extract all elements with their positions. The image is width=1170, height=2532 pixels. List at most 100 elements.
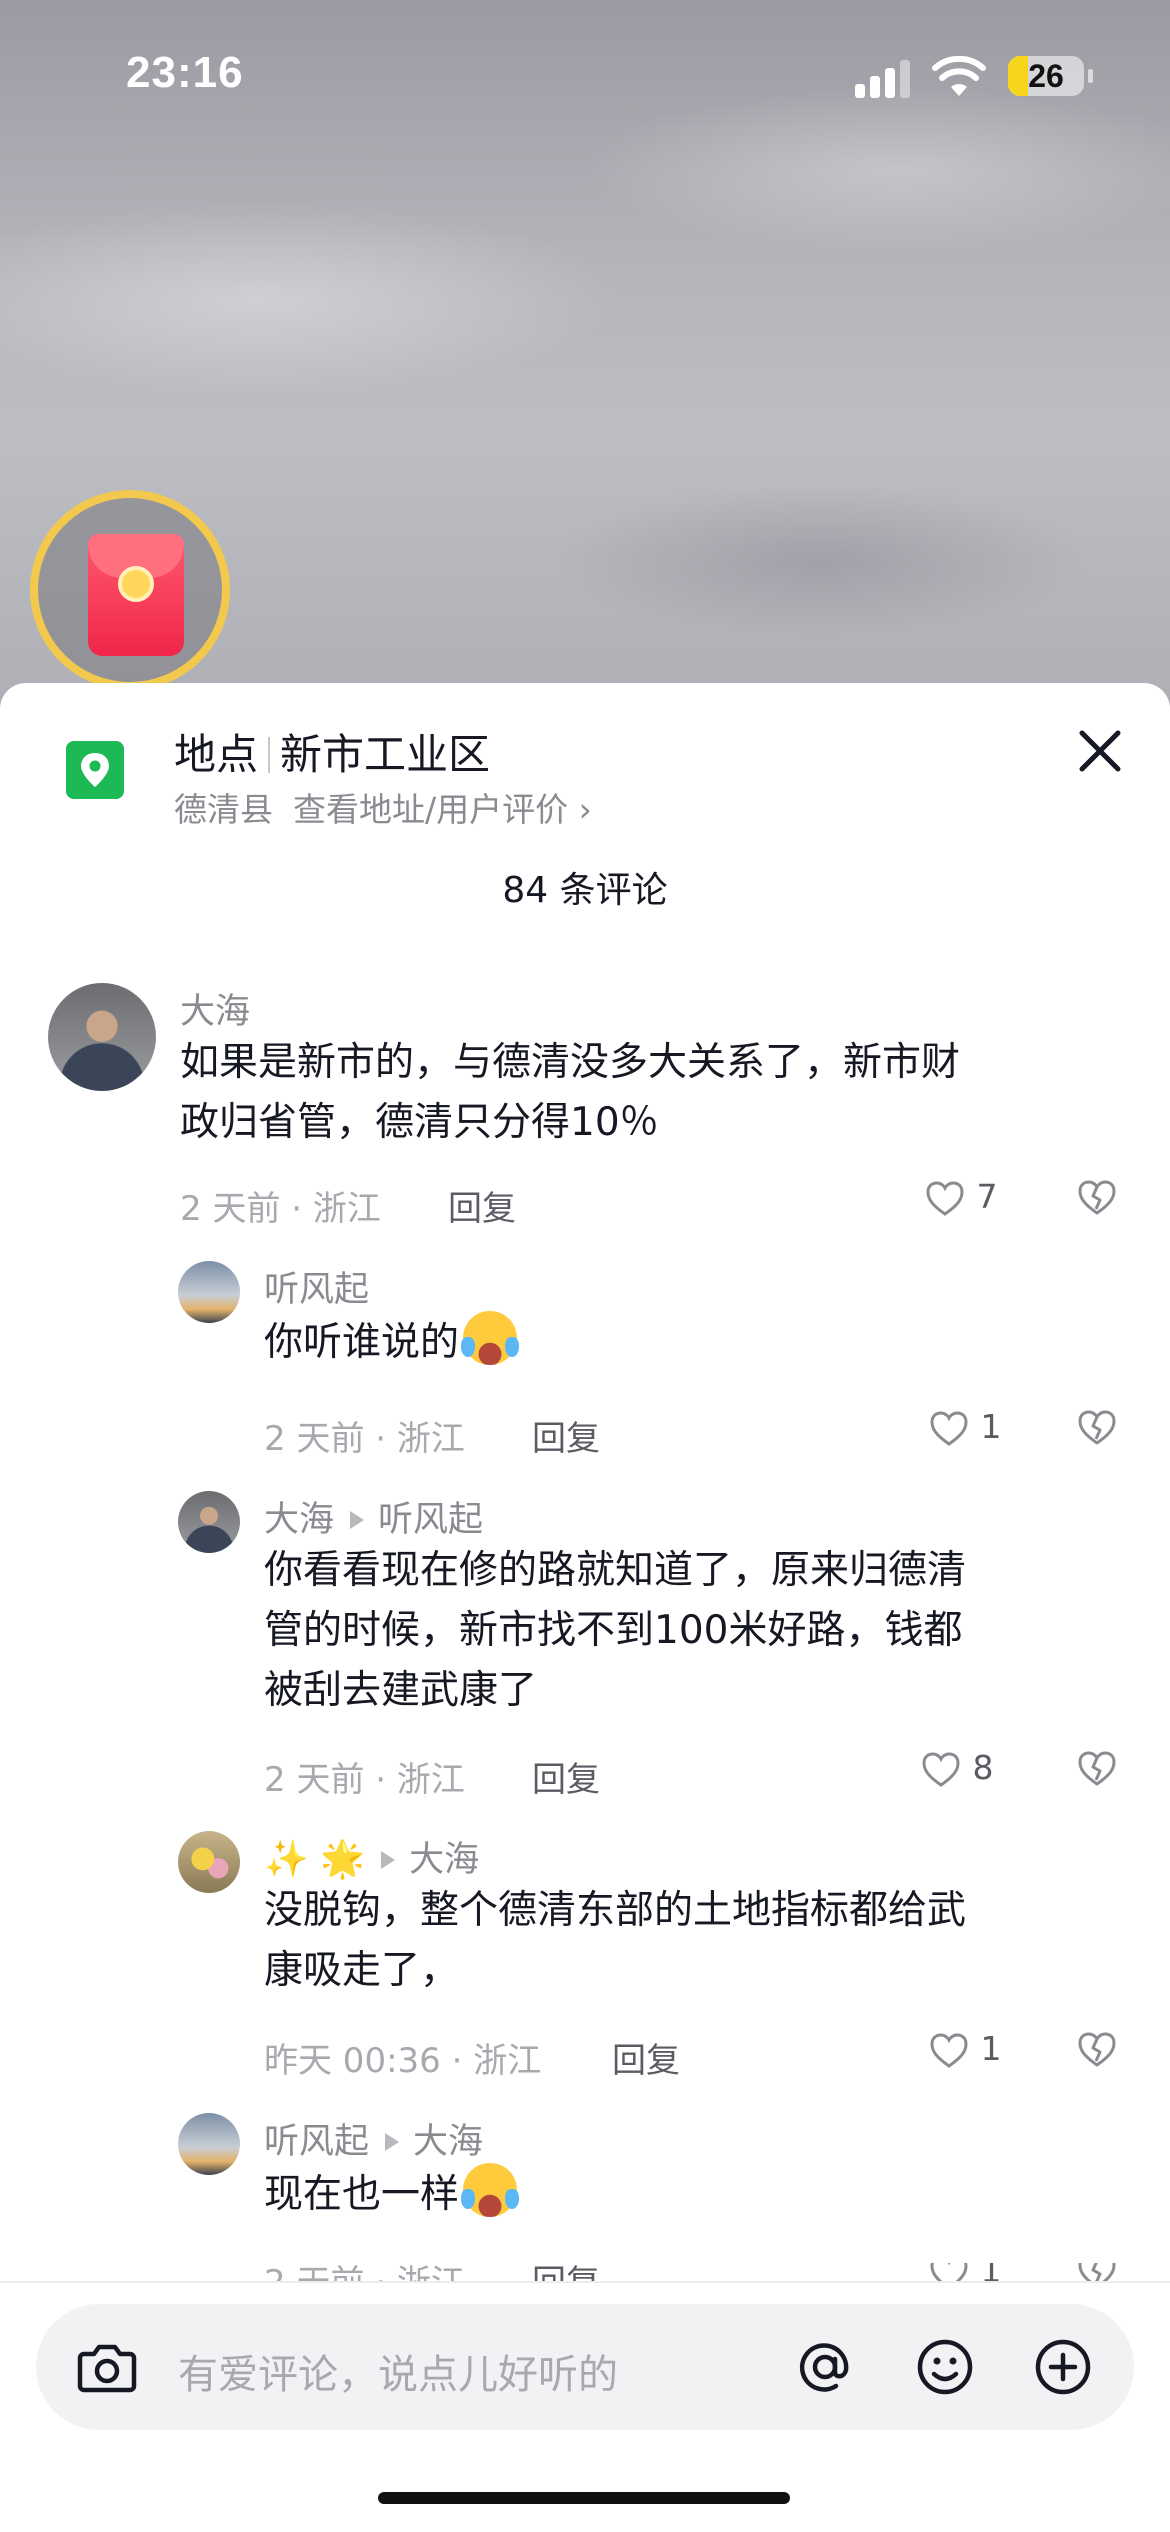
comment-count: 84 条评论 (502, 870, 668, 911)
home-indicator (378, 2492, 790, 2504)
location-subtitle[interactable]: 德清县 查看地址/用户评价 › (174, 783, 592, 831)
title-divider (268, 737, 271, 773)
comment-text-line: 管的时候，新市找不到100米好路，钱都 (264, 1608, 963, 1653)
dislike-button[interactable] (1076, 1748, 1118, 1790)
plus-icon[interactable] (1026, 2330, 1100, 2404)
comment-text-line: 被刮去建武康了 (264, 1668, 538, 1713)
location-county: 德清县 (174, 790, 273, 829)
clipped-row: 2 天前 · 浙江 回复 1 (0, 2263, 1170, 2283)
comment-text: 你看看现在修的路就知道了，原来归德清 管的时候，新市找不到100米好路，钱都 被… (264, 1541, 1124, 1721)
reply-arrow-icon (350, 1511, 365, 1529)
broken-heart-icon (1078, 2263, 1116, 2283)
reply-arrow-icon (385, 2133, 400, 2151)
location-name: 新市工业区 (280, 730, 491, 779)
broken-heart-icon (1078, 1180, 1116, 1215)
comment-text-line: 你听谁说的 (264, 1320, 460, 1365)
camera-icon[interactable] (70, 2330, 144, 2404)
red-packet-button[interactable] (30, 490, 230, 690)
battery-icon: 26 (1008, 56, 1084, 96)
comment-meta: 2 天前 · 浙江 (264, 2263, 465, 2283)
heart-icon (930, 2263, 968, 2283)
comment-text-line: 没脱钩，整个德清东部的土地指标都给武 (264, 1888, 967, 1933)
close-icon[interactable] (1070, 721, 1130, 781)
red-envelope-coin (118, 566, 154, 602)
comment-author[interactable]: 听风起 大海 (264, 2113, 483, 2164)
comment-author[interactable]: 大海 听风起 (264, 1491, 483, 1542)
reply-to-name: 听风起 (378, 1500, 484, 1540)
dislike-button[interactable] (1076, 1177, 1118, 1219)
avatar[interactable] (48, 983, 156, 1091)
broken-heart-icon (1078, 1410, 1116, 1445)
reply-button[interactable]: 回复 (532, 1752, 600, 1801)
reply-button[interactable]: 回复 (448, 1181, 516, 1230)
reply-button[interactable]: 回复 (532, 1411, 600, 1460)
comment-author[interactable]: 大海 (180, 983, 250, 1034)
laughing-tears-emoji-icon (461, 1311, 520, 1365)
comment-meta: 昨天 00:36 · 浙江 (264, 2041, 542, 2081)
heart-icon (922, 1751, 960, 1787)
reply-arrow-icon (381, 1851, 396, 1869)
broken-heart-icon (1078, 2032, 1116, 2067)
comment-text-line: 康吸走了， (264, 1948, 460, 1993)
comment-meta: 2 天前 · 浙江 (264, 1419, 465, 1459)
reply-button[interactable]: 回复 (532, 2263, 600, 2283)
wifi-icon (932, 56, 986, 96)
like-count: 1 (980, 1407, 1002, 1446)
comment-text: 你听谁说的 (264, 1311, 1124, 1373)
comment-sheet: 地点 新市工业区 德清县 查看地址/用户评价 › 84 条评论 大海 如果是新市的，… (0, 683, 1170, 2532)
comment-text-line: 如果是新市的，与德清没多大关系了，新市财 (180, 1040, 961, 1085)
like-button[interactable]: 8 (920, 1748, 994, 1791)
comment-input-bar[interactable]: 有爱评论，说点儿好听的 (36, 2304, 1134, 2430)
comment-author[interactable]: 听风起 (264, 1261, 369, 1312)
like-button[interactable]: 1 (928, 2029, 1002, 2072)
comment-text-line: 现在也一样 (264, 2172, 460, 2217)
comment-input[interactable]: 有爱评论，说点儿好听的 (178, 2342, 618, 2400)
like-count: 8 (972, 1748, 994, 1787)
avatar[interactable] (178, 1491, 240, 1553)
comment-text: 现在也一样 (264, 2163, 1124, 2225)
comment-author[interactable]: ✨ 🌟 大海 (264, 1831, 479, 1882)
battery-cap (1088, 69, 1093, 83)
dislike-button[interactable] (1076, 1407, 1118, 1449)
like-button[interactable]: 1 (928, 1407, 1002, 1450)
heart-icon (930, 1410, 968, 1446)
location-pin-icon[interactable] (66, 741, 124, 799)
author-name: ✨ 🌟 (264, 1839, 366, 1880)
like-count: 7 (976, 1177, 998, 1216)
location-title[interactable]: 地点 新市工业区 (174, 721, 490, 782)
avatar[interactable] (178, 1261, 240, 1323)
author-name: 大海 (264, 1500, 335, 1540)
avatar[interactable] (178, 2113, 240, 2175)
comment-meta: 2 天前 · 浙江 (264, 1760, 465, 1800)
dislike-button[interactable] (1076, 2029, 1118, 2071)
avatar[interactable] (178, 1831, 240, 1893)
cellular-signal-icon (855, 58, 915, 98)
laughing-tears-emoji-icon (461, 2163, 520, 2217)
heart-icon (930, 2032, 968, 2068)
chevron-right-icon: › (578, 790, 592, 829)
comment-text-line: 你看看现在修的路就知道了，原来归德清 (264, 1548, 967, 1593)
red-envelope-icon (88, 534, 184, 656)
reply-to-name: 大海 (409, 1840, 480, 1880)
location-label: 地点 (174, 730, 259, 779)
reply-button[interactable]: 回复 (612, 2033, 680, 2082)
like-button[interactable]: 1 (928, 2263, 1002, 2283)
comment-text-line: 政归省管，德清只分得10％ (180, 1100, 659, 1145)
emoji-icon[interactable] (908, 2330, 982, 2404)
status-time: 23:16 (126, 48, 244, 97)
location-link[interactable]: 查看地址/用户评价 (293, 790, 568, 829)
dislike-button[interactable] (1076, 2263, 1118, 2283)
reply-to-name: 大海 (413, 2122, 484, 2162)
input-divider (0, 2281, 1170, 2283)
author-name: 听风起 (264, 2122, 370, 2162)
heart-icon (926, 1180, 964, 1216)
comment-text: 没脱钩，整个德清东部的土地指标都给武 康吸走了， (264, 1881, 1124, 2001)
at-icon[interactable] (788, 2330, 862, 2404)
broken-heart-icon (1078, 1751, 1116, 1786)
like-button[interactable]: 7 (924, 1177, 998, 1220)
comment-meta: 2 天前 · 浙江 (180, 1189, 381, 1229)
status-bar: 23:16 26 (0, 0, 1170, 150)
like-count: 1 (980, 2029, 1002, 2068)
battery-level: 26 (1028, 58, 1064, 94)
like-count: 1 (980, 2263, 1002, 2283)
